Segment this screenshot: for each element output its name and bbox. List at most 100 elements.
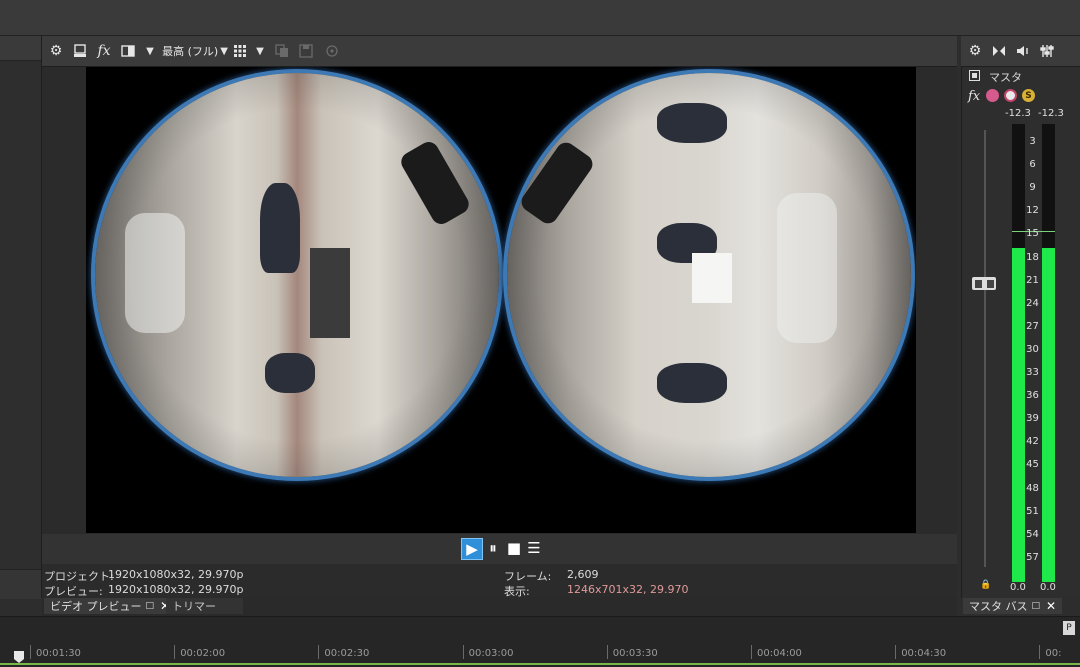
tab-video-preview-label: ビデオ プレビュー: [50, 600, 142, 613]
fader-track[interactable]: [984, 130, 986, 567]
meter-scale-label: 15: [1026, 228, 1039, 240]
timeline-mark-label: 00:03:00: [468, 648, 514, 659]
left-panel: [0, 36, 42, 599]
timeline-mark-label: 00:02:00: [180, 648, 226, 659]
meter-scale-label: 12: [1026, 205, 1039, 217]
timeline-loop-bar: [0, 663, 1080, 665]
timeline-tick: [462, 645, 464, 659]
float-icon[interactable]: □: [146, 601, 155, 611]
playhead-marker-icon[interactable]: [14, 648, 24, 663]
stop-icon: ■: [506, 539, 522, 557]
video-frame: [86, 67, 916, 533]
gear-icon[interactable]: ⚙: [967, 41, 983, 61]
timeline-tick: [895, 645, 897, 659]
timeline-mark-label: 00:04:30: [901, 648, 947, 659]
master-label: マスタ: [989, 71, 1022, 84]
timeline-mark-label: 00:01:30: [36, 648, 81, 659]
meter-scale-label: 45: [1026, 459, 1039, 471]
meter-scale-label: 9: [1029, 182, 1036, 194]
preview-toolbar: ⚙ fx ▼ 最高 (フル) ▼ ▼: [42, 36, 957, 67]
left-panel-footer: [0, 569, 41, 599]
meter-scale-label: 21: [1026, 274, 1039, 286]
project-value: 1920x1080x32, 29.970p: [108, 568, 244, 581]
timeline-mark-label: 00:04:00: [757, 648, 802, 659]
grid-dropdown-icon[interactable]: ▼: [254, 41, 266, 61]
pause-button[interactable]: ⏸: [483, 538, 503, 558]
tab-trimmer[interactable]: トリマー: [166, 598, 243, 614]
left-panel-header: [0, 36, 41, 61]
frame-value: 2,609: [567, 568, 599, 581]
tab-video-preview[interactable]: ビデオ プレビュー □ ✕: [44, 598, 177, 614]
mute-icon[interactable]: [1004, 89, 1017, 102]
timeline-tick: [30, 645, 31, 659]
pause-icon: ⏸: [489, 539, 497, 557]
timeline-mark-label: 00:: [1045, 648, 1062, 659]
meter-scale-label: 30: [1026, 343, 1039, 355]
timeline-ruler[interactable]: [0, 616, 1080, 667]
copy-icon[interactable]: [274, 41, 290, 61]
gear-icon[interactable]: ⚙: [48, 41, 64, 61]
timeline-mark-label: 00:02:30: [324, 648, 370, 659]
meter-scale-label: 3: [1029, 136, 1036, 147]
meter-scale-label: 24: [1026, 297, 1039, 309]
level-left: 0.0: [1010, 582, 1026, 593]
peak-left: -12.3: [1005, 108, 1031, 119]
solo-icon[interactable]: S: [1022, 89, 1035, 102]
tab-master-bus[interactable]: マスタ バス □ ✕: [963, 598, 1063, 614]
fisheye-left-image: [95, 73, 499, 477]
menu-button[interactable]: ☰: [524, 538, 544, 558]
peak-right: -12.3: [1038, 108, 1064, 119]
meter-scale-label: 27: [1026, 320, 1039, 332]
master-select-checkbox[interactable]: [969, 70, 980, 81]
quality-label: 最高 (フル): [162, 45, 219, 58]
tab-trimmer-label: トリマー: [172, 600, 216, 613]
timeline-tick: [751, 645, 752, 659]
speaker-dim-icon[interactable]: [1015, 41, 1031, 61]
save-icon[interactable]: [298, 41, 314, 61]
play-button[interactable]: ▶: [461, 538, 483, 560]
meter-scale-label: 51: [1026, 505, 1039, 517]
preview-value: 1920x1080x32, 29.970p: [108, 583, 244, 596]
fx-icon[interactable]: fx: [968, 89, 980, 104]
timeline-tick: [318, 645, 320, 659]
tab-master-bus-label: マスタ バス: [969, 600, 1028, 613]
meter-scale-label: 6: [1029, 159, 1036, 171]
project-label: プロジェクト:: [44, 570, 114, 583]
meter-scale-label: 39: [1026, 413, 1039, 425]
timeline-tick: [606, 645, 608, 659]
meter-scale-label: 18: [1026, 251, 1039, 263]
meter-scale-label: 33: [1026, 367, 1039, 378]
downmix-icon[interactable]: [991, 41, 1007, 61]
frame-label: フレーム:: [504, 570, 552, 583]
compare-dropdown-icon[interactable]: ▼: [144, 41, 156, 61]
chevron-down-icon: ▼: [220, 45, 228, 57]
timeline-tick: [174, 645, 176, 659]
fader-handle[interactable]: [972, 277, 996, 290]
marker-p-button[interactable]: P: [1063, 621, 1075, 635]
automation-icon[interactable]: [986, 89, 999, 102]
stop-button[interactable]: ■: [504, 538, 524, 558]
meter-scale-label: 48: [1026, 482, 1039, 494]
display-value: 1246x701x32, 29.970: [567, 583, 689, 596]
meter-scale-label: 57: [1026, 551, 1039, 563]
timeline-mark-label: 00:03:30: [612, 648, 658, 659]
mixer-faders-icon[interactable]: [1039, 41, 1055, 61]
meter-scale-label: 54: [1026, 528, 1039, 540]
fisheye-right-image: [507, 73, 911, 477]
external-monitor-icon[interactable]: [324, 41, 340, 61]
compare-icon[interactable]: [120, 41, 136, 61]
fx-icon[interactable]: fx: [96, 41, 112, 61]
float-icon[interactable]: □: [1032, 601, 1041, 611]
quality-dropdown[interactable]: 最高 (フル) ▼: [160, 41, 230, 61]
level-right: 0.0: [1040, 582, 1056, 593]
split-screen-icon[interactable]: [72, 41, 88, 61]
mixer-toolbar: ⚙: [961, 36, 1080, 67]
play-icon: ▶: [466, 540, 478, 558]
meter-scale-label: 42: [1026, 436, 1039, 448]
meter-scale-label: 36: [1026, 390, 1039, 402]
close-icon[interactable]: ✕: [1046, 599, 1056, 613]
lock-icon[interactable]: 🔒: [980, 580, 991, 590]
menu-icon: ☰: [527, 539, 541, 557]
grid-icon[interactable]: [232, 41, 248, 61]
timeline-tick: [1039, 645, 1041, 659]
